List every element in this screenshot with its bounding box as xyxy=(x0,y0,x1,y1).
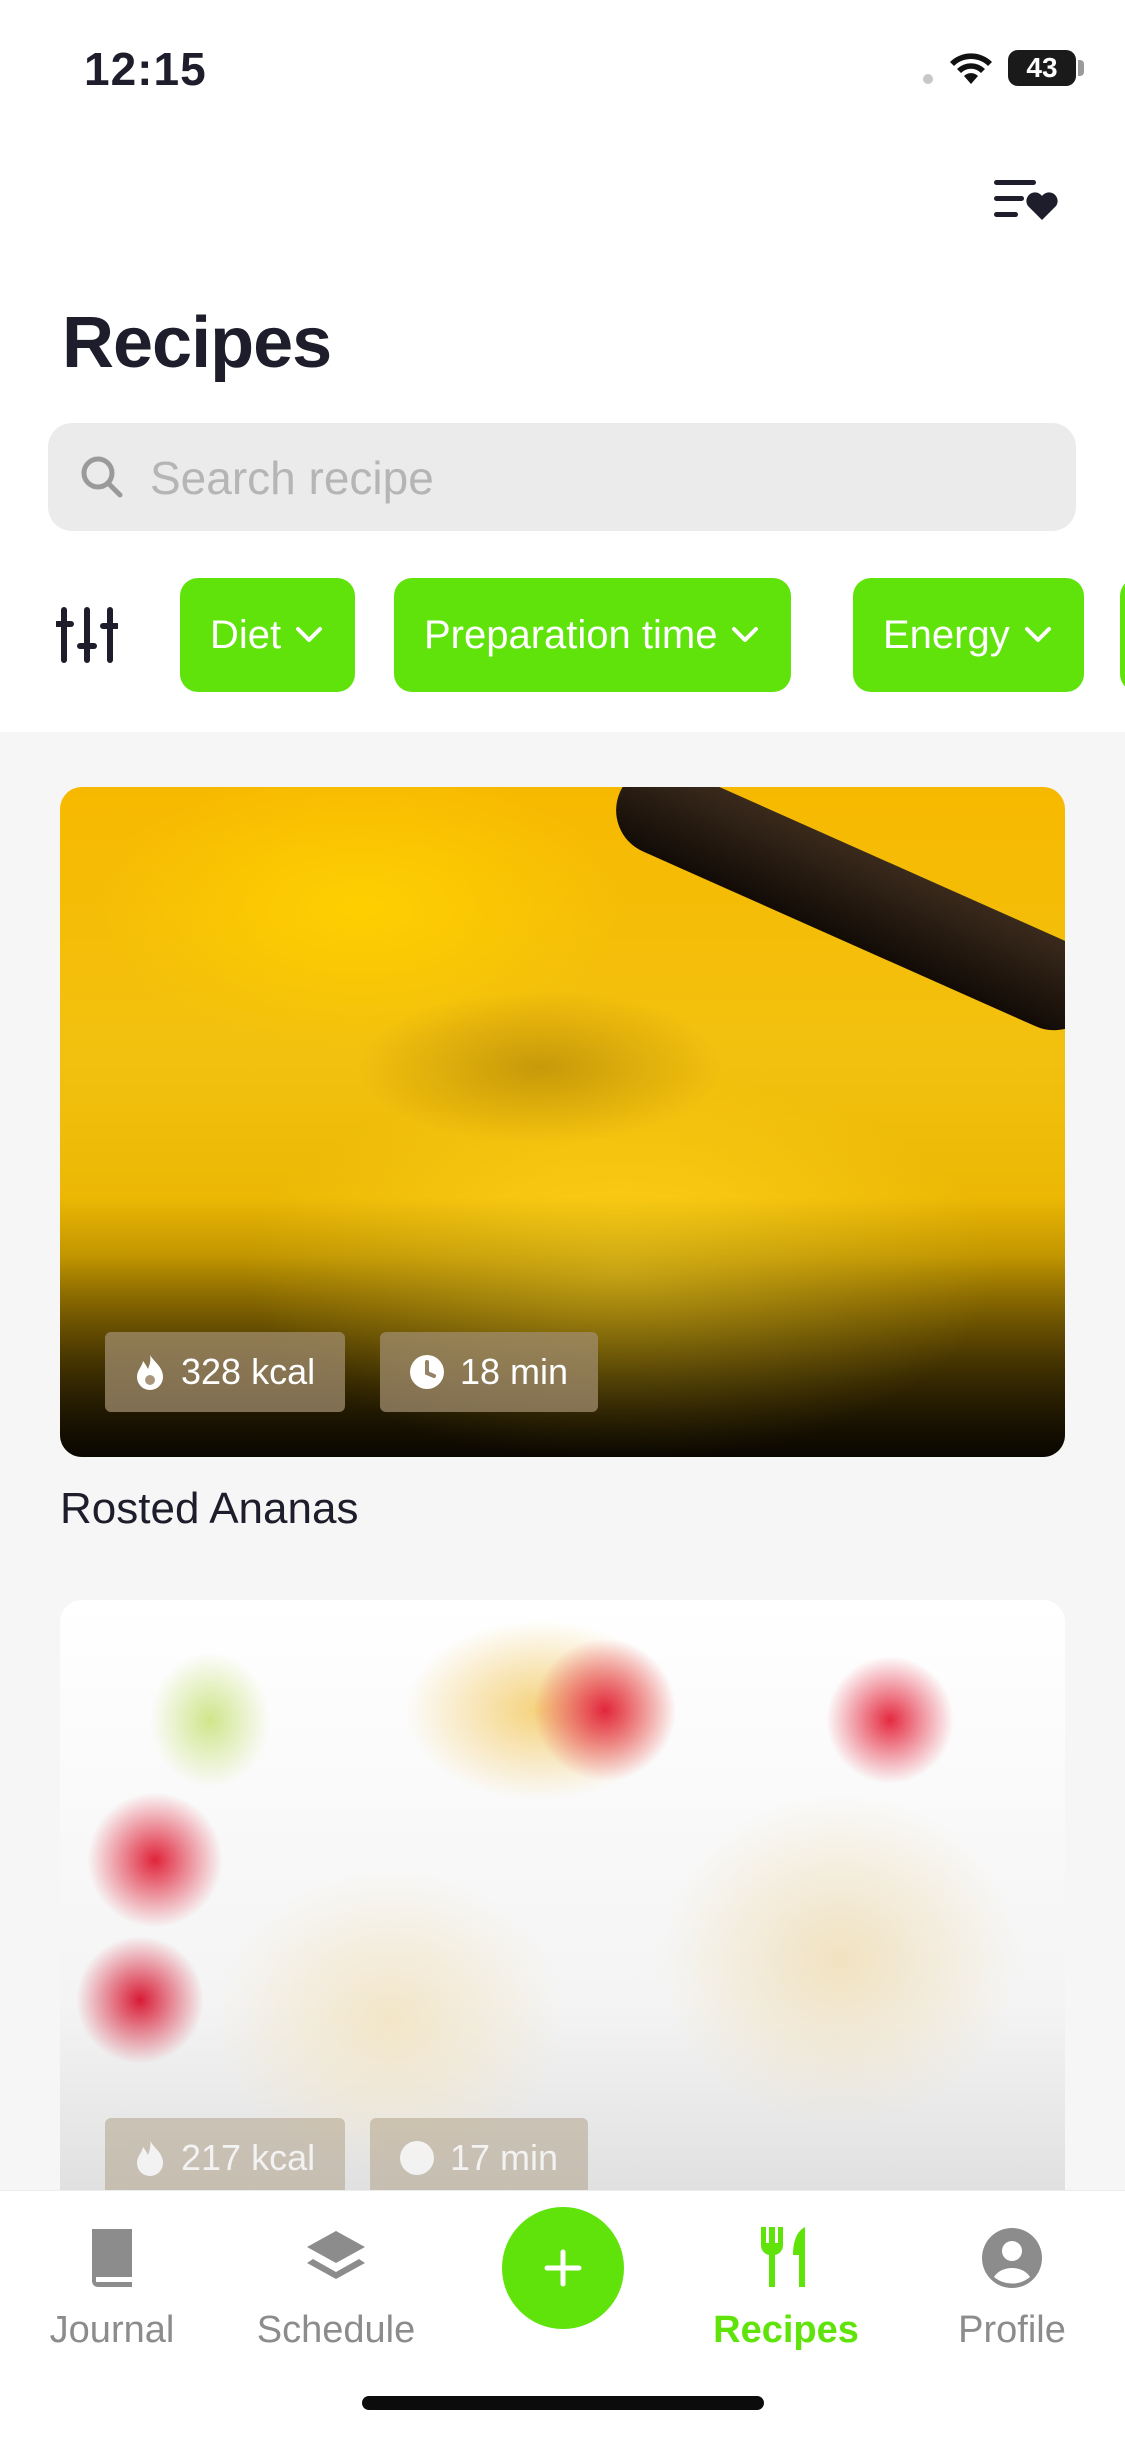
signal-dot xyxy=(923,74,933,84)
favorites-list-button[interactable] xyxy=(990,170,1060,230)
calories-badge: 328 kcal xyxy=(105,1332,346,1412)
status-time: 12:15 xyxy=(84,43,207,95)
filter-adjust-icon[interactable] xyxy=(56,606,118,664)
filter-chip-diet[interactable]: Diet xyxy=(180,578,356,692)
filter-bar: Diet Preparation time Energy xyxy=(0,576,1125,694)
calories-value: 217 kcal xyxy=(181,2137,316,2178)
recipe-photo-muffins xyxy=(60,1600,1065,2192)
filter-chip-label: Energy xyxy=(883,612,1010,657)
chevron-down-icon xyxy=(1024,627,1051,642)
time-value: 18 min xyxy=(460,1351,569,1392)
battery-tip xyxy=(1078,60,1084,76)
favorites-list-icon xyxy=(994,180,1058,220)
tab-profile[interactable]: Profile xyxy=(912,2209,1112,2352)
plus-icon xyxy=(544,2249,582,2287)
filter-chip-label: Preparation time xyxy=(424,612,718,657)
fork-knife-icon xyxy=(760,2227,805,2287)
filter-chip-more[interactable] xyxy=(1120,578,1125,692)
search-icon xyxy=(81,456,123,498)
user-icon xyxy=(982,2228,1042,2288)
flame-icon xyxy=(137,2141,163,2176)
tab-label: Profile xyxy=(958,2309,1066,2351)
filter-chip-label: Diet xyxy=(210,612,282,657)
recipe-feed[interactable]: 328 kcal 18 min Rosted Ananas 217 kcal 1… xyxy=(0,732,1125,2192)
search-bar[interactable] xyxy=(48,423,1076,533)
add-button[interactable] xyxy=(502,2207,624,2329)
clock-icon xyxy=(400,2141,434,2175)
tab-journal[interactable]: Journal xyxy=(12,2209,212,2352)
search-input[interactable] xyxy=(148,423,1052,533)
status-bar: 12:15 43 xyxy=(0,0,1125,140)
tab-label: Schedule xyxy=(256,2309,416,2351)
flame-icon xyxy=(137,1355,163,1390)
home-indicator xyxy=(362,2396,764,2410)
battery-icon: 43 xyxy=(1008,50,1076,86)
wifi-icon xyxy=(950,53,992,84)
recipe-card-image[interactable]: 217 kcal 17 min xyxy=(60,1600,1065,2192)
page-title: Recipes xyxy=(62,303,332,383)
filter-chip-preparation-time[interactable]: Preparation time xyxy=(394,578,792,692)
filter-chip-energy[interactable]: Energy xyxy=(853,578,1084,692)
recipe-card-image[interactable]: 328 kcal 18 min xyxy=(60,787,1065,1457)
layers-icon xyxy=(307,2231,365,2279)
calories-badge: 217 kcal xyxy=(105,2118,346,2192)
chevron-down-icon xyxy=(732,627,759,642)
clock-icon xyxy=(410,1355,444,1389)
tab-label: Journal xyxy=(49,2309,175,2351)
time-value: 17 min xyxy=(450,2137,559,2178)
calories-value: 328 kcal xyxy=(181,1351,316,1392)
time-badge: 18 min xyxy=(380,1332,599,1412)
tab-label: Recipes xyxy=(713,2309,859,2351)
tab-recipes[interactable]: Recipes xyxy=(686,2209,886,2352)
book-icon xyxy=(92,2229,132,2287)
recipe-title[interactable]: Rosted Ananas xyxy=(60,1484,358,1534)
tab-schedule[interactable]: Schedule xyxy=(236,2209,436,2352)
chevron-down-icon xyxy=(296,627,323,642)
time-badge: 17 min xyxy=(370,2118,589,2192)
